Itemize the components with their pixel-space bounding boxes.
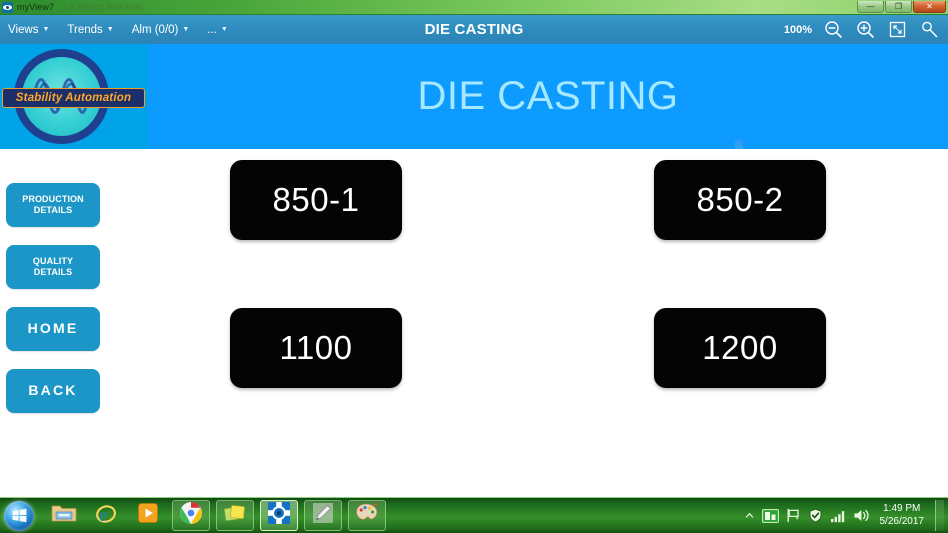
close-button[interactable]: ✕ — [913, 0, 946, 13]
menu-item-alarms[interactable]: Alm (0/0) ▼ — [132, 24, 190, 36]
minimize-button[interactable]: — — [857, 0, 884, 13]
sidebar-item-home[interactable]: HOME — [6, 307, 100, 351]
taskbar-item-pen-editor[interactable] — [304, 500, 342, 531]
logo-name-banner: Stability Automation — [2, 88, 145, 108]
system-tray: 1:49 PM 5/26/2017 — [744, 498, 944, 533]
maximize-button[interactable]: ❐ — [885, 0, 912, 13]
menu-item-more-label: ... — [207, 23, 217, 36]
sticky-notes-icon — [223, 502, 247, 529]
internet-explorer-icon: e — [93, 501, 119, 530]
chevron-down-icon: ▼ — [42, 26, 50, 33]
signal-bars-icon[interactable] — [830, 509, 846, 523]
taskbar-item-paint[interactable] — [348, 500, 386, 531]
taskbar-item-file-explorer[interactable] — [46, 501, 82, 530]
zoom-out-icon[interactable] — [822, 19, 844, 41]
volume-speaker-icon[interactable] — [853, 508, 870, 523]
chevron-down-icon: ▼ — [220, 26, 228, 33]
search-icon[interactable] — [918, 19, 940, 41]
sidebar-item-quality-details-label: QUALITY DETAILS — [32, 255, 74, 277]
machine-tile-row: 1100 1200 — [230, 308, 830, 388]
taskbar-items: e — [46, 500, 386, 531]
zoom-in-icon[interactable] — [854, 19, 876, 41]
taskbar-item-internet-explorer[interactable]: e — [88, 501, 124, 530]
menu-item-trends-label: Trends — [67, 23, 103, 36]
chevron-down-icon: ▼ — [106, 26, 114, 33]
machine-tile-850-1[interactable]: 850-1 — [230, 160, 402, 240]
fit-to-screen-icon[interactable] — [886, 19, 908, 41]
taskbar-item-chrome[interactable] — [172, 500, 210, 531]
pen-editor-icon — [311, 501, 335, 530]
company-logo: Stability Automation — [0, 44, 148, 149]
paint-icon — [355, 502, 379, 529]
windows-taskbar: e 1:49 PM 5/26/2017 — [0, 497, 948, 533]
media-player-icon — [137, 502, 159, 529]
show-hidden-icons-icon[interactable] — [744, 510, 755, 521]
start-button[interactable] — [4, 500, 34, 531]
window-title-ghost-text: n a search theit bins — [62, 2, 143, 12]
chevron-down-icon: ▼ — [182, 26, 190, 33]
window-controls: — ❐ ✕ — [857, 0, 946, 13]
network-monitor-icon[interactable] — [761, 508, 779, 523]
file-explorer-icon — [51, 502, 77, 529]
window-titlebar: myView7 n a search theit bins — ❐ ✕ — [0, 0, 948, 14]
machine-tile-1200[interactable]: 1200 — [654, 308, 826, 388]
menubar-items: Views ▼ Trends ▼ Alm (0/0) ▼ ... ▼ — [0, 24, 228, 36]
zoom-level-label: 100% — [783, 23, 812, 36]
sidebar-item-production-details-label: PRODUCTION DETAILS — [22, 193, 84, 215]
window-app-icon — [2, 1, 13, 13]
taskbar-item-myview7[interactable] — [260, 500, 298, 531]
page-header-banner: DIE CASTING — [148, 44, 948, 149]
menu-item-views[interactable]: Views ▼ — [8, 24, 49, 36]
machine-tile-grid: 850-1 850-2 1100 1200 — [230, 160, 830, 456]
menu-item-alarms-label: Alm (0/0) — [131, 23, 179, 36]
app-menubar: Views ▼ Trends ▼ Alm (0/0) ▼ ... ▼ DIE C… — [0, 14, 948, 44]
antivirus-shield-icon[interactable] — [808, 508, 823, 523]
action-center-flag-icon[interactable] — [786, 508, 801, 523]
show-desktop-button[interactable] — [935, 500, 944, 531]
main-content: PRODUCTION DETAILS QUALITY DETAILS HOME … — [0, 149, 948, 503]
svg-text:e: e — [99, 505, 107, 525]
windows-logo-icon — [12, 508, 26, 523]
window-title: myView7 — [17, 2, 55, 12]
sidebar-item-production-details[interactable]: PRODUCTION DETAILS — [6, 183, 100, 227]
logo-company-name: Stability Automation — [15, 92, 132, 104]
sidebar-navigation: PRODUCTION DETAILS QUALITY DETAILS HOME … — [6, 183, 100, 413]
page-title: DIE CASTING — [417, 74, 679, 118]
menu-item-views-label: Views — [8, 23, 39, 36]
machine-tile-850-2[interactable]: 850-2 — [654, 160, 826, 240]
chrome-icon — [179, 501, 203, 530]
taskbar-item-sticky-notes[interactable] — [216, 500, 254, 531]
menu-item-more[interactable]: ... ▼ — [207, 24, 228, 36]
menu-item-trends[interactable]: Trends ▼ — [67, 24, 113, 36]
sidebar-item-quality-details[interactable]: QUALITY DETAILS — [6, 245, 100, 289]
taskbar-item-media-player[interactable] — [130, 501, 166, 530]
taskbar-clock[interactable]: 1:49 PM 5/26/2017 — [880, 503, 925, 528]
machine-tile-1100[interactable]: 1100 — [230, 308, 402, 388]
clock-date: 5/26/2017 — [879, 515, 925, 527]
sidebar-item-back[interactable]: BACK — [6, 369, 100, 413]
menubar-right-controls: 100% — [784, 19, 940, 41]
myview-eye-icon — [267, 501, 291, 530]
desktop: myView7 n a search theit bins — ❐ ✕ View… — [0, 0, 948, 533]
clock-time: 1:49 PM — [883, 503, 921, 514]
machine-tile-row: 850-1 850-2 — [230, 160, 830, 240]
